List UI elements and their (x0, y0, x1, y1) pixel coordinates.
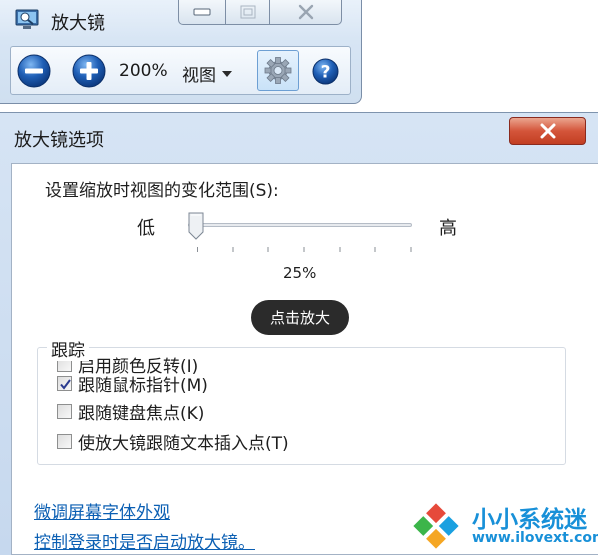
zoom-tooltip: 点击放大 (251, 300, 349, 335)
gear-icon (264, 57, 292, 84)
help-icon[interactable]: ? (312, 58, 339, 85)
options-button[interactable] (257, 50, 299, 91)
track-text-cursor-label: 使放大镜跟随文本插入点(T) (78, 434, 289, 454)
watermark: 小小系统迷 www.ilovext.com (406, 496, 598, 554)
zoom-range-label: 设置缩放时视图的变化范围(S): (45, 181, 279, 201)
minimize-button[interactable] (178, 0, 226, 25)
tune-font-link[interactable]: 微调屏幕字体外观 (34, 498, 170, 523)
slider-low-label: 低 (137, 218, 155, 239)
tracking-group-label: 跟踪 (47, 336, 89, 361)
zoom-range-slider-thumb[interactable] (187, 212, 205, 240)
track-text-cursor-checkbox[interactable] (57, 434, 72, 449)
minimize-icon (193, 8, 211, 16)
magnifier-toolbar: 200% 视图 ? (10, 46, 351, 95)
magnifier-app-icon (15, 9, 39, 29)
close-button[interactable] (270, 0, 342, 25)
track-keyboard-label: 跟随键盘焦点(K) (78, 404, 205, 424)
magnifier-title: 放大镜 (51, 13, 105, 34)
diamond-logo-icon (413, 503, 459, 549)
close-icon (298, 4, 313, 20)
track-keyboard-checkbox[interactable] (57, 404, 72, 419)
zoom-in-icon[interactable] (72, 54, 106, 88)
magnifier-window: 放大镜 200% 视图 ? (0, 0, 362, 104)
track-text-cursor-option[interactable]: 使放大镜跟随文本插入点(T) (57, 429, 289, 454)
maximize-button[interactable] (226, 0, 270, 25)
chevron-down-icon (222, 70, 232, 77)
view-menu[interactable]: 视图 (182, 61, 232, 86)
track-mouse-checkbox[interactable] (57, 376, 72, 391)
slider-high-label: 高 (439, 218, 457, 239)
zoom-level: 200% (119, 61, 168, 81)
watermark-title: 小小系统迷 (472, 507, 587, 533)
slider-percent: 25% (283, 264, 317, 282)
track-keyboard-option[interactable]: 跟随键盘焦点(K) (57, 399, 204, 424)
svg-text:?: ? (321, 63, 331, 83)
watermark-url: www.ilovext.com (472, 530, 598, 546)
view-menu-label: 视图 (182, 66, 216, 86)
options-title: 放大镜选项 (14, 130, 104, 151)
checkmark-icon (60, 379, 71, 390)
options-close-button[interactable] (509, 117, 586, 145)
zoom-range-slider-track[interactable] (188, 223, 412, 227)
maximize-icon (240, 5, 255, 19)
slider-ticks (197, 247, 412, 252)
logon-start-link[interactable]: 控制登录时是否启动放大镜。 (34, 528, 255, 553)
track-mouse-label: 跟随鼠标指针(M) (78, 376, 208, 396)
track-mouse-option[interactable]: 跟随鼠标指针(M) (57, 371, 208, 396)
window-controls (178, 0, 342, 26)
zoom-out-icon[interactable] (17, 54, 51, 88)
close-icon (540, 123, 555, 139)
